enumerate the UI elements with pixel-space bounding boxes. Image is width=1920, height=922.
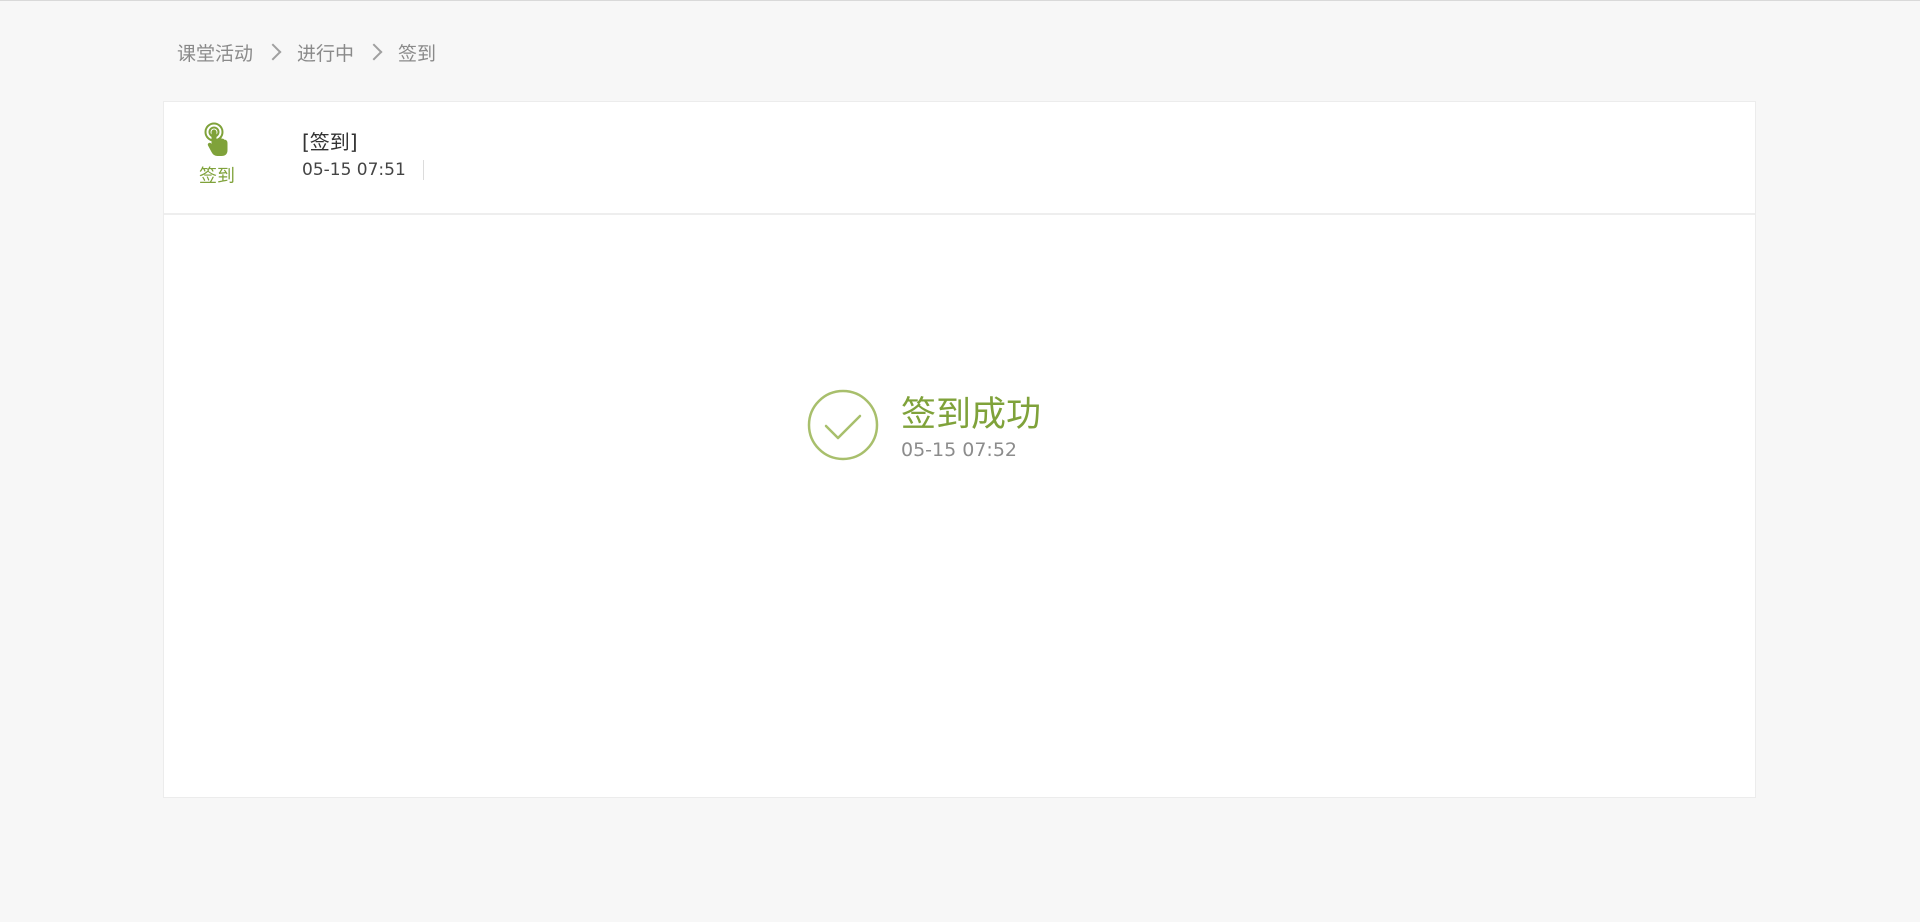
sign-in-result: 签到成功 05-15 07:52 xyxy=(807,389,1041,461)
breadcrumb-item-classroom-activity[interactable]: 课堂活动 xyxy=(177,39,253,66)
breadcrumb-item-sign-in: 签到 xyxy=(398,42,437,65)
activity-header: 签到 [签到] 05-15 07:51 xyxy=(164,102,1755,215)
activity-type-label: 签到 xyxy=(199,166,235,187)
top-divider xyxy=(0,0,1920,1)
breadcrumb: 课堂活动 进行中 签到 xyxy=(177,38,436,66)
sign-in-success-title: 签到成功 xyxy=(901,395,1042,435)
breadcrumb-item-in-progress[interactable]: 进行中 xyxy=(297,39,354,66)
chevron-right-icon xyxy=(365,43,383,61)
activity-meta: 05-15 07:51 xyxy=(302,160,424,180)
activity-title: [签到] xyxy=(302,130,358,154)
chevron-right-icon xyxy=(264,43,282,61)
sign-in-time: 05-15 07:52 xyxy=(901,439,1018,461)
sign-in-result-text: 签到成功 05-15 07:52 xyxy=(901,393,1041,461)
meta-divider xyxy=(422,160,424,180)
activity-start-time: 05-15 07:51 xyxy=(302,160,406,180)
tap-hand-icon xyxy=(204,122,228,156)
check-circle-icon xyxy=(807,389,879,461)
activity-card: 签到 [签到] 05-15 07:51 签到成功 05-15 07:52 xyxy=(163,101,1756,798)
activity-type: 签到 xyxy=(186,122,248,188)
